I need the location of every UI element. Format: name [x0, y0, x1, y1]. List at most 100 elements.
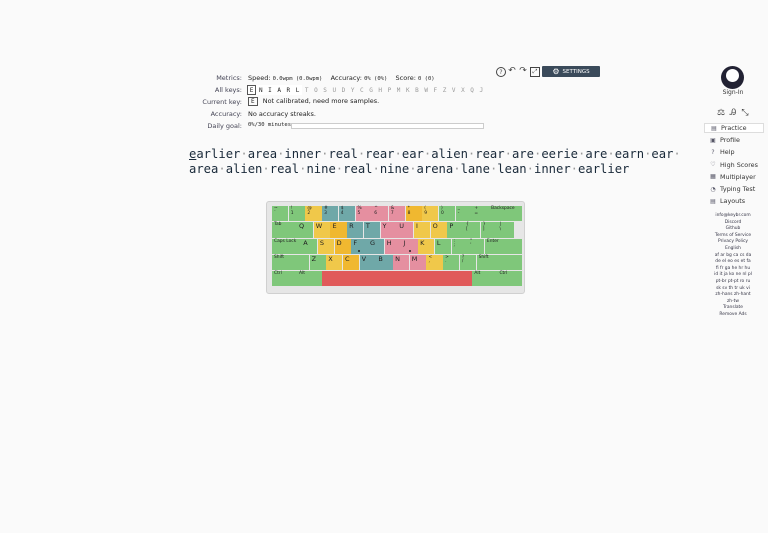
- sidebar-item-multiplayer[interactable]: ▦ Multiplayer: [704, 172, 764, 182]
- sidebar-item-practice[interactable]: ▤ Practice: [704, 123, 764, 133]
- key-o: O: [430, 222, 447, 238]
- key-chip-i: I: [265, 85, 275, 95]
- key-row0-2-label: 2: [307, 210, 311, 216]
- help-icon: ?: [711, 148, 715, 156]
- footer-link[interactable]: Privacy Policy: [708, 239, 758, 246]
- key-ctrl-left-label: Ctrl: [274, 271, 282, 277]
- lesson-text[interactable]: earlier·area·inner·real·rear·ear·alien·r…: [189, 147, 681, 177]
- footer-link[interactable]: id it ja ko ne nl pl: [708, 272, 758, 279]
- key-row2-extra-1-label: ': [470, 243, 472, 249]
- layouts-icon: ▤: [710, 197, 716, 205]
- key-t: T: [363, 222, 381, 238]
- key-v-label: V: [361, 254, 367, 263]
- lesson-word: ear: [401, 147, 424, 161]
- key-chip-y: Y: [350, 86, 355, 94]
- lesson-word: earn: [614, 147, 645, 161]
- sidebar-item-typing-test[interactable]: ◔ Typing Test: [704, 184, 764, 194]
- footer-link[interactable]: Github: [708, 226, 758, 233]
- all-keys-strip: ENIARLTOSUDYCGHPMKBWFZVXQJ: [247, 85, 486, 95]
- avatar[interactable]: [721, 66, 744, 89]
- key-row0-5: % 5: [355, 206, 372, 222]
- lesson-word: real: [269, 162, 300, 176]
- expand-icon[interactable]: ⤡: [740, 108, 750, 118]
- home-row-dot: [358, 249, 361, 252]
- key-row3-extra-0: <,: [426, 254, 443, 271]
- word-separator: ·: [570, 162, 579, 176]
- word-separator: ·: [526, 162, 534, 176]
- key-chip-m: M: [396, 86, 401, 94]
- sidebar-item-help[interactable]: ? Help: [704, 147, 764, 157]
- daily-goal-value: 0%/30 minutes: [248, 122, 292, 128]
- key-a-label: A: [303, 238, 308, 247]
- key-chip-g: G: [369, 86, 373, 94]
- word-separator: ·: [372, 162, 380, 176]
- sidebar-footer: info@keybr.com Discord Github Terms of Serv…: [708, 213, 758, 319]
- lesson-word: are: [511, 147, 534, 161]
- key-row1-extra-2: | \: [497, 222, 514, 238]
- key-backspace-label: Backspace: [491, 206, 515, 211]
- word-separator: ·: [673, 147, 681, 161]
- sidebar-item-layouts[interactable]: ▤ Layouts: [704, 196, 764, 206]
- lesson-word: alien: [225, 162, 263, 176]
- key-row3-extra-0-label: ,: [428, 259, 430, 265]
- footer-link[interactable]: de el eo es et fa: [708, 259, 758, 266]
- word-separator: ·: [240, 147, 248, 161]
- key-row0-0: ~ `: [272, 206, 289, 222]
- lesson-word: area: [247, 147, 278, 161]
- key-w: W: [313, 222, 330, 238]
- key-row0-8: * 8: [405, 206, 422, 222]
- key-p: P: [447, 222, 464, 238]
- lesson-word: real: [328, 147, 358, 161]
- key-alt-right-label: Alt: [474, 271, 481, 277]
- key-row0-8-label: 8: [407, 210, 411, 216]
- undo-icon[interactable]: ↶: [507, 66, 517, 76]
- footer-link[interactable]: zh-hans zh-hant: [708, 292, 758, 299]
- key-row0-4-label: 4: [340, 210, 344, 216]
- lesson-word: arena: [416, 162, 454, 176]
- profile-icon: ▣: [710, 136, 716, 144]
- key-k: K: [418, 238, 435, 254]
- font-size-icon[interactable]: Ꭿ: [728, 108, 738, 118]
- footer-link[interactable]: English: [708, 246, 758, 253]
- fullscreen-icon[interactable]: ⤢: [530, 67, 540, 77]
- footer-link[interactable]: pt-br pt-pt ro ru: [708, 279, 758, 286]
- sidebar-item-label: High Scores: [720, 160, 758, 169]
- key-enter-label: Enter: [486, 238, 499, 244]
- lesson-word: earlier: [578, 162, 630, 176]
- help-icon[interactable]: ?: [496, 67, 506, 77]
- theme-toggle-icon[interactable]: ⚖: [716, 108, 726, 118]
- key-row0-11-label: -: [457, 210, 460, 216]
- key-row3-extra-2: ? /: [459, 254, 477, 271]
- key-row0-11: _ -: [455, 206, 472, 222]
- key-chip-d: D: [341, 86, 346, 94]
- sidebar-item-high-scores[interactable]: ♡ High Scores: [704, 160, 764, 170]
- key-p-label: P: [449, 222, 454, 231]
- key-c: C: [342, 254, 360, 271]
- key-tab-label: Tab: [274, 222, 282, 228]
- lesson-word: inner: [533, 162, 571, 176]
- typing-test-icon: ◔: [710, 185, 716, 193]
- key-ctrl-right-label: Ctrl: [499, 271, 508, 277]
- sidebar-item-profile[interactable]: ▣ Profile: [704, 135, 764, 145]
- key-d-label: D: [336, 238, 342, 247]
- key-a: A: [301, 238, 318, 254]
- lesson-word: lane: [460, 162, 490, 176]
- key-chip-t: T: [304, 86, 309, 94]
- key-row0-3: #3: [322, 206, 339, 222]
- footer-link[interactable]: Translate: [708, 305, 758, 312]
- settings-button[interactable]: ⚙ SETTINGS: [542, 66, 600, 77]
- key-u: U: [397, 222, 414, 238]
- high-scores-icon: ♡: [710, 161, 716, 169]
- redo-icon[interactable]: ↷: [518, 66, 528, 76]
- footer-link[interactable]: Remove Ads: [708, 312, 758, 319]
- key-chip-s: S: [323, 86, 327, 94]
- lesson-word: nine: [306, 162, 336, 176]
- text-cursor: e: [189, 147, 197, 161]
- key-row0-2: @2: [305, 206, 322, 222]
- footer-link[interactable]: info@keybr.com: [708, 213, 758, 220]
- sidebar-item-label: Profile: [720, 136, 740, 145]
- key-chip-n: N: [256, 85, 266, 95]
- key-b: B: [376, 254, 393, 271]
- sign-in-link[interactable]: Sign-In: [712, 89, 754, 96]
- key-chip-j: J: [479, 86, 484, 94]
